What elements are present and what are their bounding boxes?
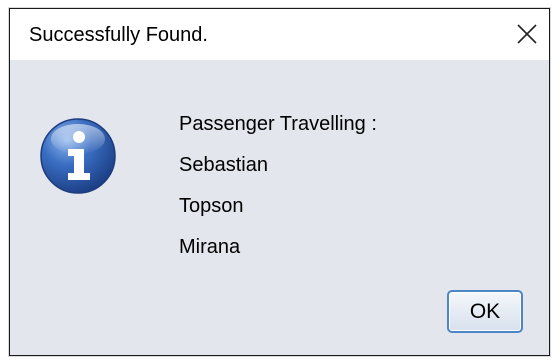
message-dialog: Successfully Found. Passenger Travelling… xyxy=(9,8,550,356)
dialog-title-bar: Successfully Found. xyxy=(10,9,549,60)
passenger-name: Mirana xyxy=(179,236,241,258)
passenger-name: Sebastian xyxy=(179,154,268,176)
ok-button[interactable]: OK xyxy=(447,290,523,333)
information-icon xyxy=(40,118,116,194)
close-icon xyxy=(517,24,537,44)
passenger-name: Topson xyxy=(179,195,244,217)
dialog-message: Passenger Travelling : Sebastian Topson … xyxy=(179,104,377,268)
message-heading: Passenger Travelling : xyxy=(179,113,377,135)
dialog-title: Successfully Found. xyxy=(29,24,208,46)
close-button[interactable] xyxy=(509,15,545,51)
